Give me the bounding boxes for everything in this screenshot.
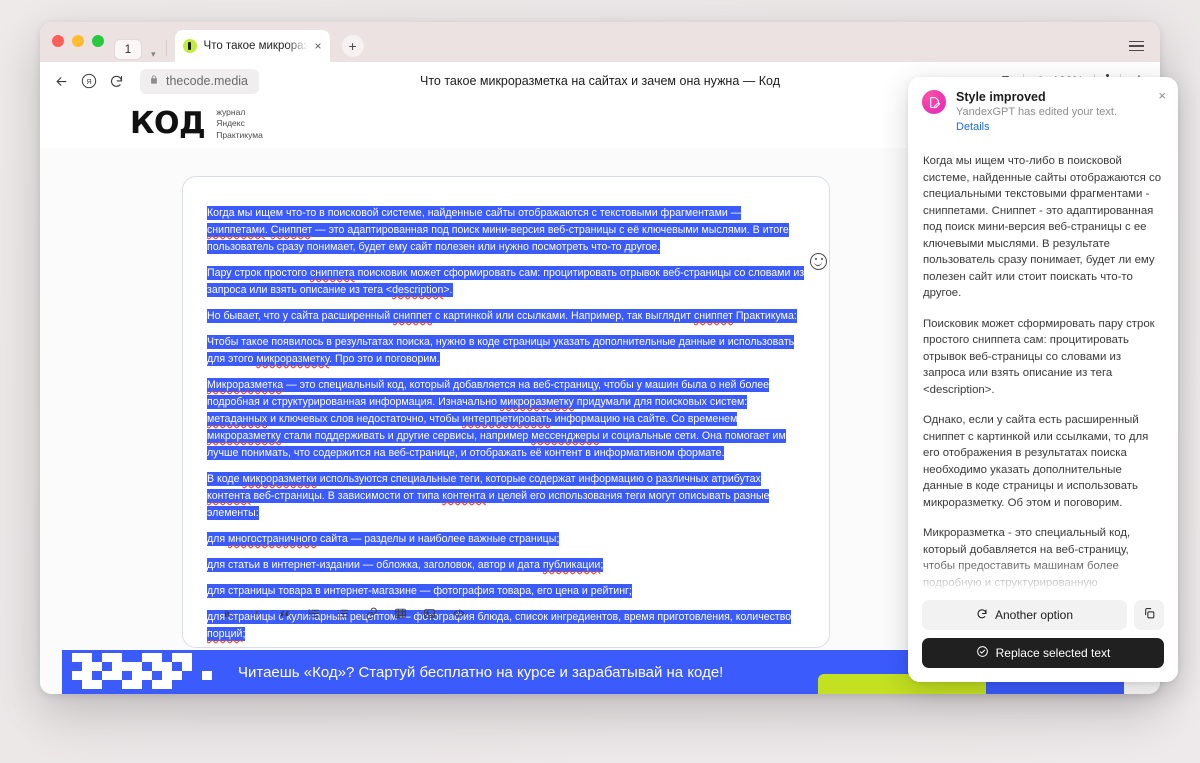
gpt-paragraph: Поисковик может сформировать пару строк … <box>923 316 1163 399</box>
ordered-list-icon[interactable] <box>306 606 321 621</box>
svg-text:I: I <box>253 609 258 619</box>
yandexgpt-icon <box>922 90 946 114</box>
article-content[interactable]: Когда мы ищем что-то в поисковой системе… <box>207 205 805 669</box>
back-icon[interactable] <box>54 74 69 89</box>
another-option-button[interactable]: Another option <box>922 600 1127 630</box>
svg-text:B: B <box>224 609 230 619</box>
italic-icon[interactable]: I <box>248 606 263 621</box>
maximize-window-button[interactable] <box>92 35 104 47</box>
close-window-button[interactable] <box>52 35 64 47</box>
smiley-icon[interactable] <box>810 253 827 270</box>
replace-selected-text-button[interactable]: Replace selected text <box>922 638 1164 668</box>
paragraph: Пару строк простого сниппета поисковик м… <box>207 265 805 299</box>
window-controls <box>52 22 104 62</box>
close-icon[interactable]: × <box>315 40 322 52</box>
check-circle-icon <box>976 645 989 661</box>
minimize-window-button[interactable] <box>72 35 84 47</box>
gpt-paragraph: Микроразметка - это специальный код, кот… <box>923 525 1163 592</box>
paragraph: Чтобы такое появилось в результатах поис… <box>207 334 805 368</box>
new-tab-button[interactable]: + <box>342 35 364 57</box>
paragraph: Микроразметка — это специальный код, кот… <box>207 377 805 462</box>
gpt-panel-header: Style improved YandexGPT has edited your… <box>908 77 1178 141</box>
url-text: thecode.media <box>166 74 248 88</box>
replace-label: Replace selected text <box>996 646 1111 660</box>
browser-tab[interactable]: Что такое микроразм × <box>175 30 330 62</box>
close-icon[interactable]: × <box>1158 89 1166 102</box>
address-bar[interactable]: thecode.media <box>140 69 259 94</box>
bold-icon[interactable]: B <box>219 606 234 621</box>
window-count-badge[interactable]: 1 <box>114 39 142 60</box>
logo-wordmark: КОД <box>130 109 205 139</box>
list-item: для статьи в интернет-издании — обложка,… <box>207 557 805 574</box>
gpt-suggestion-text: Когда мы ищем что-либо в поисковой систе… <box>908 141 1178 592</box>
gpt-panel-subtitle: YandexGPT has edited your text. <box>956 106 1117 118</box>
link-icon[interactable] <box>364 606 379 621</box>
editor-toolbar: B I <box>219 606 466 621</box>
svg-text:Я: Я <box>86 77 91 86</box>
copy-icon <box>1143 607 1156 623</box>
yandex-logo-icon[interactable]: Я <box>81 73 97 89</box>
video-icon[interactable] <box>393 606 408 621</box>
bullet-list-icon[interactable] <box>335 606 350 621</box>
paragraph: Но бывает, что у сайта расширенный снипп… <box>207 308 805 325</box>
details-link[interactable]: Details <box>956 121 1117 133</box>
logo-subtitle: журнал Яндекс Практикума <box>216 107 263 141</box>
code-icon[interactable] <box>451 606 466 621</box>
chevron-down-icon[interactable]: ▾ <box>147 49 160 60</box>
list-item: для многостраничного сайта — разделы и н… <box>207 531 805 548</box>
paragraph: В коде микроразметки используются специа… <box>207 471 805 522</box>
article-editor-card: Когда мы ищем что-то в поисковой системе… <box>182 176 830 648</box>
browser-menu-icon[interactable] <box>1129 41 1144 52</box>
site-logo[interactable]: КОД журнал Яндекс Практикума <box>130 107 263 141</box>
tab-strip: 1 ▾ Что такое микроразм × + <box>40 22 1160 62</box>
gpt-paragraph: Когда мы ищем что-либо в поисковой систе… <box>923 153 1163 302</box>
gpt-panel-actions: Another option Replace selected text <box>908 592 1178 682</box>
gpt-panel-title: Style improved <box>956 90 1117 104</box>
image-icon[interactable] <box>422 606 437 621</box>
another-option-label: Another option <box>995 608 1073 622</box>
paragraph: Когда мы ищем что-то в поисковой системе… <box>207 205 805 256</box>
yandexgpt-panel: Style improved YandexGPT has edited your… <box>908 77 1178 682</box>
pixel-pattern-icon <box>72 653 222 691</box>
refresh-icon <box>976 608 988 623</box>
tab-title: Что такое микроразм <box>204 40 308 52</box>
lock-icon <box>149 72 159 90</box>
reload-icon[interactable] <box>109 74 124 89</box>
gpt-paragraph: Однако, если у сайта есть расширенный сн… <box>923 412 1163 511</box>
copy-button[interactable] <box>1134 600 1164 630</box>
favicon-icon <box>183 39 197 53</box>
list-item: для страницы товара в интернет-магазине … <box>207 583 805 600</box>
promo-text: Читаешь «Код»? Стартуй бесплатно на курс… <box>238 664 723 681</box>
divider <box>166 40 167 56</box>
quote-icon[interactable] <box>277 606 292 621</box>
